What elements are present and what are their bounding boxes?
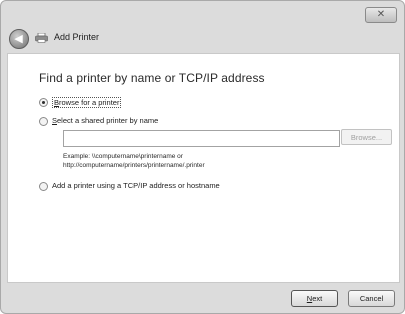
radio-add-tcpip-printer[interactable] xyxy=(39,182,48,191)
option-browse-for-printer-label[interactable]: Browse for a printer xyxy=(52,97,122,108)
window-title: Add Printer xyxy=(54,32,100,42)
next-button[interactable]: Next xyxy=(291,290,338,307)
example-text-line1: Example: \\computername\printername or xyxy=(63,153,183,160)
printer-icon xyxy=(35,33,48,43)
close-button[interactable]: ✕ xyxy=(365,7,397,23)
wizard-content: Find a printer by name or TCP/IP address… xyxy=(7,53,400,283)
radio-select-shared-printer[interactable] xyxy=(39,117,48,126)
back-arrow-icon: ◀ xyxy=(14,32,23,45)
radio-browse-for-printer[interactable] xyxy=(39,98,48,107)
shared-printer-name-input[interactable] xyxy=(63,130,340,147)
page-heading: Find a printer by name or TCP/IP address xyxy=(39,71,265,85)
browse-button[interactable]: Browse... xyxy=(341,129,392,145)
option-select-shared-printer-label[interactable]: Select a shared printer by name xyxy=(52,116,158,125)
add-printer-window: ✕ ◀ Add Printer Find a printer by name o… xyxy=(0,0,405,314)
close-icon: ✕ xyxy=(376,9,386,20)
example-text-line2: http://computername/printers/printername… xyxy=(63,162,205,169)
option-add-tcpip-printer-label[interactable]: Add a printer using a TCP/IP address or … xyxy=(52,181,220,190)
back-button[interactable]: ◀ xyxy=(9,29,29,49)
cancel-button[interactable]: Cancel xyxy=(348,290,395,307)
